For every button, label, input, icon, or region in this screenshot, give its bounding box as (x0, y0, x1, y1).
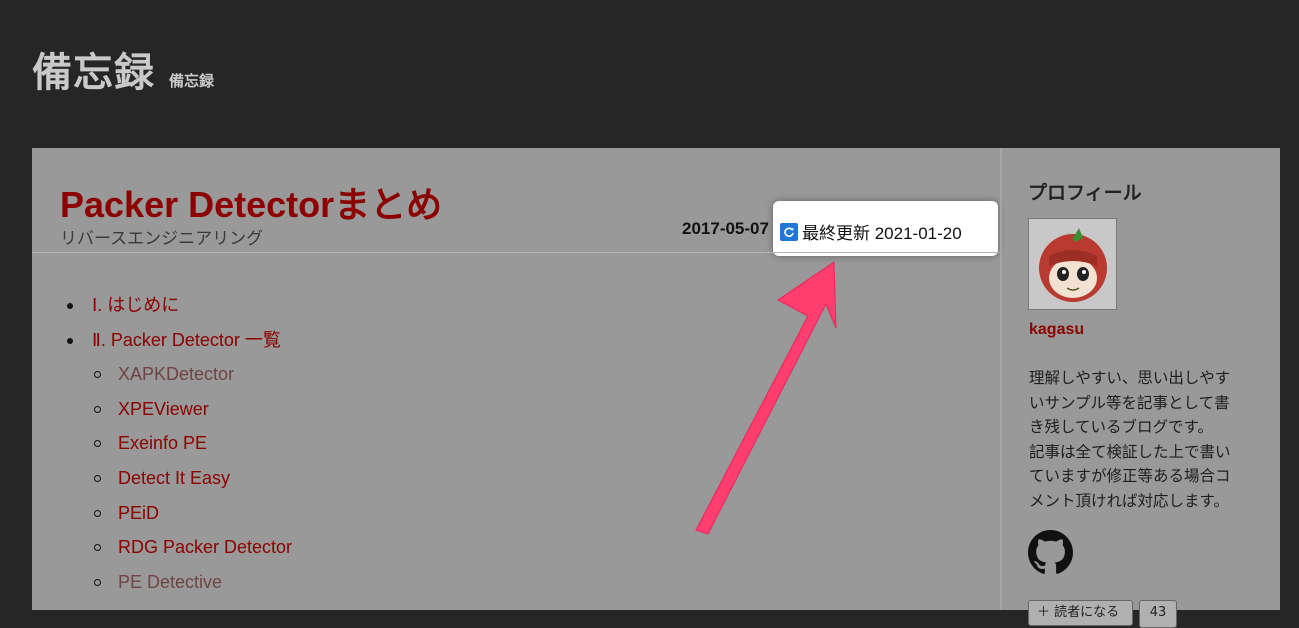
github-icon[interactable] (1028, 530, 1073, 575)
bio-line: メント頂ければ対応します。 (1029, 491, 1229, 510)
article-category[interactable]: リバースエンジニアリング (60, 224, 263, 249)
table-of-contents: Ⅰ. はじめに Ⅱ. Packer Detector 一覧 XAPKDetect… (66, 288, 292, 599)
toc-item[interactable]: Ⅰ. はじめに (66, 288, 292, 323)
bio-line: ていますが修正等ある場合コ (1029, 467, 1231, 486)
toc-item[interactable]: Ⅱ. Packer Detector 一覧 (66, 323, 292, 358)
title-divider (32, 252, 1000, 253)
blog-title[interactable]: 備忘録 (32, 40, 155, 98)
reader-count: 43 (1139, 600, 1177, 628)
plus-icon: ＋ (1037, 605, 1051, 620)
avatar[interactable] (1028, 218, 1117, 310)
profile-bio: 理解しやすい、思い出しやす いサンプル等を記事として書 き残しているブログです。… (1029, 366, 1251, 514)
toc-item[interactable]: RDG Packer Detector (66, 530, 292, 565)
sidebar-divider (1000, 148, 1002, 610)
toc-item[interactable]: XAPKDetector (66, 357, 292, 392)
toc-item[interactable]: PEiD (66, 496, 292, 531)
profile-username[interactable]: kagasu (1029, 321, 1084, 339)
toc-item[interactable]: Exeinfo PE (66, 426, 292, 461)
date-posted: 2017-05-07 (682, 219, 769, 238)
toc-item[interactable]: XPEViewer (66, 392, 292, 427)
last-updated: 最終更新 2021-01-20 (780, 219, 962, 244)
bio-line: 理解しやすい、思い出しやす (1029, 369, 1231, 387)
subscribe-button[interactable]: ＋ 読者になる (1028, 600, 1133, 626)
bio-line: き残しているブログです。 (1029, 418, 1213, 437)
profile-heading: プロフィール (1028, 182, 1142, 204)
refresh-icon (780, 222, 798, 241)
blog-subtitle: 備忘録 (169, 72, 215, 90)
bio-line: いサンプル等を記事として書 (1029, 393, 1230, 412)
content-panel: Packer Detectorまとめ リバースエンジニアリング 2017-05-… (32, 148, 1280, 628)
article-title[interactable]: Packer Detectorまとめ (60, 176, 442, 228)
subscribe-label: 読者になる (1054, 605, 1120, 620)
last-updated-label: 最終更新 2021-01-20 (802, 224, 962, 243)
toc-item[interactable]: PE Detective (66, 565, 292, 600)
site-header: 備忘録 備忘録 (32, 40, 214, 98)
bio-line: 記事は全て検証した上で書い (1029, 442, 1231, 461)
toc-item[interactable]: Detect It Easy (66, 461, 292, 496)
